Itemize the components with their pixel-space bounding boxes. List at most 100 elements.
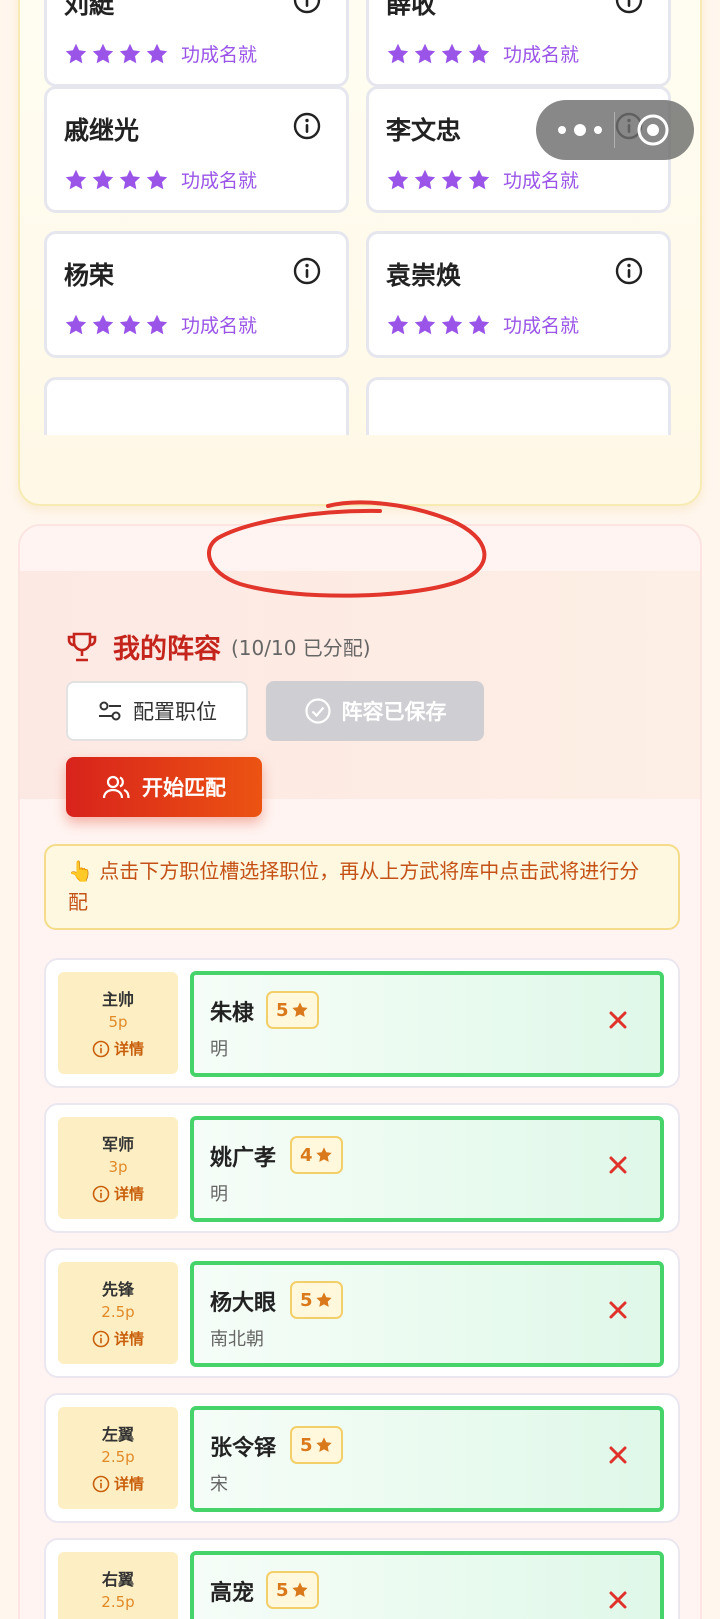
assigned-hero[interactable]: 张令铎 5 宋 xyxy=(190,1406,664,1512)
star-rating: 功成名就 xyxy=(64,166,257,193)
info-icon[interactable] xyxy=(292,111,322,141)
info-icon[interactable] xyxy=(614,256,644,286)
remove-icon[interactable] xyxy=(608,1445,628,1465)
general-name: 李文忠 xyxy=(386,116,462,145)
general-card[interactable]: 刘綎 功成名就 xyxy=(44,0,349,87)
configure-positions-label: 配置职位 xyxy=(133,700,217,724)
annotation-circle xyxy=(207,500,487,598)
hero-name: 杨大眼 xyxy=(210,1291,277,1316)
general-card[interactable] xyxy=(44,377,349,435)
hero-dynasty: 宋 xyxy=(210,1474,228,1495)
general-name: 薛收 xyxy=(386,0,437,19)
position-slot[interactable]: 军师 3p 详情 姚广孝 4 明 xyxy=(44,1103,680,1233)
star-icon xyxy=(468,314,490,334)
role-points: 2.5p xyxy=(101,1303,135,1321)
star-icon xyxy=(65,43,87,63)
star-icon xyxy=(291,1582,308,1597)
role-name: 主帅 xyxy=(101,990,134,1009)
users-icon xyxy=(102,775,130,799)
info-icon[interactable] xyxy=(614,0,644,15)
star-icon xyxy=(315,1147,332,1162)
start-matching-button[interactable]: 开始匹配 xyxy=(66,757,262,817)
role-detail-link[interactable]: 详情 xyxy=(58,1038,178,1059)
assigned-hero[interactable]: 朱棣 5 明 xyxy=(190,971,664,1077)
star-icon xyxy=(468,169,490,189)
assignment-hint: 👆 点击下方职位槽选择职位，再从上方武将库中点击武将进行分配 xyxy=(44,844,680,930)
star-icon xyxy=(119,314,141,334)
general-library-card: 刘綎 功成名就 薛收 功成名就 戚继光 功成名就 李文忠 功成名就 杨荣 功成名… xyxy=(18,0,702,506)
remove-icon[interactable] xyxy=(608,1010,628,1030)
remove-icon[interactable] xyxy=(608,1300,628,1320)
position-slot[interactable]: 右翼 2.5p 详情 高宠 5 宋 xyxy=(44,1538,680,1619)
star-icon xyxy=(119,169,141,189)
role-detail-label: 详情 xyxy=(113,1185,144,1203)
general-card[interactable]: 袁崇焕 功成名就 xyxy=(366,231,671,358)
star-icon xyxy=(468,43,490,63)
position-slot[interactable]: 主帅 5p 详情 朱棣 5 明 xyxy=(44,958,680,1088)
star-icon xyxy=(65,169,87,189)
hero-name: 朱棣 xyxy=(210,1001,255,1026)
role-box[interactable]: 右翼 2.5p 详情 xyxy=(58,1552,178,1619)
lineup-saved-label: 阵容已保存 xyxy=(341,700,447,724)
role-name: 右翼 xyxy=(101,1570,134,1589)
star-icon xyxy=(92,314,114,334)
star-rating: 功成名就 xyxy=(386,166,579,193)
general-name: 戚继光 xyxy=(64,116,140,145)
role-box[interactable]: 军师 3p 详情 xyxy=(58,1117,178,1219)
general-name: 刘綎 xyxy=(64,0,115,19)
assigned-hero[interactable]: 杨大眼 5 南北朝 xyxy=(190,1261,664,1367)
remove-icon[interactable] xyxy=(608,1155,628,1175)
role-detail-link[interactable]: 详情 xyxy=(58,1473,178,1494)
hero-star-count: 4 xyxy=(300,1144,313,1166)
star-icon xyxy=(414,169,436,189)
star-rating: 功成名就 xyxy=(386,40,579,67)
remove-icon[interactable] xyxy=(608,1590,628,1610)
star-rating: 功成名就 xyxy=(386,311,579,338)
general-tag: 功成名就 xyxy=(503,315,580,337)
more-icon[interactable] xyxy=(556,118,604,142)
star-icon xyxy=(65,314,87,334)
assigned-hero[interactable]: 姚广孝 4 明 xyxy=(190,1116,664,1222)
lineup-title: 我的阵容 (10/10 已分配) xyxy=(65,627,371,666)
star-rating: 功成名就 xyxy=(64,311,257,338)
role-box[interactable]: 左翼 2.5p 详情 xyxy=(58,1407,178,1509)
role-detail-link[interactable]: 详情 xyxy=(58,1183,178,1204)
hero-star-count: 5 xyxy=(300,1434,313,1456)
position-slot[interactable]: 先锋 2.5p 详情 杨大眼 5 南北朝 xyxy=(44,1248,680,1378)
general-card[interactable]: 薛收 功成名就 xyxy=(366,0,671,87)
role-name: 先锋 xyxy=(101,1280,134,1299)
general-card[interactable]: 杨荣 功成名就 xyxy=(44,231,349,358)
general-card[interactable] xyxy=(366,377,671,435)
star-icon xyxy=(387,43,409,63)
role-points: 3p xyxy=(108,1158,128,1176)
star-icon xyxy=(92,43,114,63)
general-tag: 功成名就 xyxy=(181,44,258,66)
hero-name: 姚广孝 xyxy=(210,1146,277,1171)
star-icon xyxy=(441,314,463,334)
star-icon xyxy=(315,1437,332,1452)
close-miniprogram-icon[interactable] xyxy=(636,113,670,147)
star-icon xyxy=(119,43,141,63)
role-box[interactable]: 先锋 2.5p 详情 xyxy=(58,1262,178,1364)
general-card[interactable]: 戚继光 功成名就 xyxy=(44,86,349,213)
star-icon xyxy=(146,43,168,63)
my-lineup-section: 我的阵容 (10/10 已分配) 配置职位 阵容已保存 开始匹配 👆 点击下方职… xyxy=(18,524,702,1619)
general-tag: 功成名就 xyxy=(503,44,580,66)
star-icon xyxy=(146,169,168,189)
role-box[interactable]: 主帅 5p 详情 xyxy=(58,972,178,1074)
info-icon[interactable] xyxy=(292,0,322,15)
sliders-icon xyxy=(99,701,121,721)
hero-star-count: 5 xyxy=(276,999,289,1021)
role-detail-link[interactable]: 详情 xyxy=(58,1328,178,1349)
configure-positions-button[interactable]: 配置职位 xyxy=(66,681,248,741)
info-icon[interactable] xyxy=(292,256,322,286)
star-rating: 功成名就 xyxy=(64,40,257,67)
lineup-saved-button[interactable]: 阵容已保存 xyxy=(266,681,484,741)
role-detail-label: 详情 xyxy=(113,1475,144,1493)
hero-star-badge: 5 xyxy=(266,1571,319,1609)
assigned-hero[interactable]: 高宠 5 宋 xyxy=(190,1551,664,1619)
position-slot[interactable]: 左翼 2.5p 详情 张令铎 5 宋 xyxy=(44,1393,680,1523)
role-detail-label: 详情 xyxy=(113,1040,144,1058)
info-icon xyxy=(92,1475,110,1492)
hero-star-count: 5 xyxy=(300,1289,313,1311)
